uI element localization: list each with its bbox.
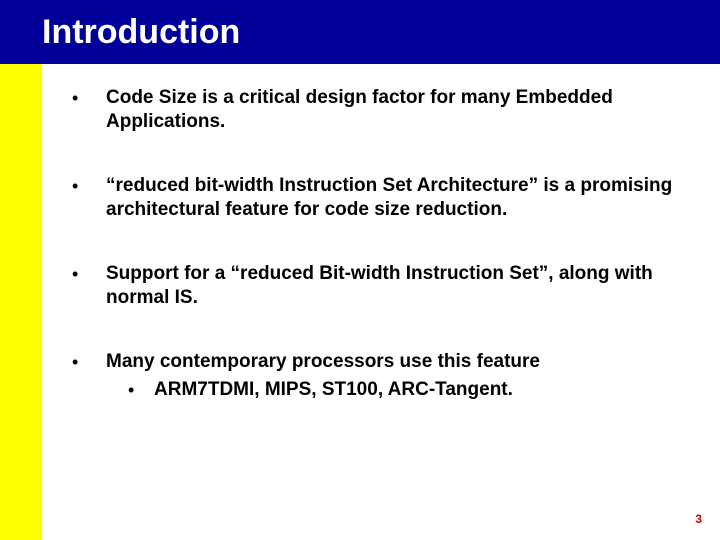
list-item: • Code Size is a critical design factor … bbox=[72, 86, 682, 134]
list-item: • Many contemporary processors use this … bbox=[72, 350, 682, 402]
sidebar-stripe bbox=[0, 64, 42, 540]
bullet-icon: • bbox=[72, 262, 106, 310]
list-item: • “reduced bit-width Instruction Set Arc… bbox=[72, 174, 682, 222]
bullet-text: “reduced bit-width Instruction Set Archi… bbox=[106, 174, 682, 222]
bullet-text: Support for a “reduced Bit-width Instruc… bbox=[106, 262, 682, 310]
bullet-icon: • bbox=[72, 174, 106, 222]
bullet-icon: • bbox=[72, 86, 106, 134]
page-number: 3 bbox=[695, 512, 702, 526]
list-item: • Support for a “reduced Bit-width Instr… bbox=[72, 262, 682, 310]
title-bar: Introduction bbox=[0, 0, 720, 64]
bullet-icon: • bbox=[72, 350, 106, 402]
page-title: Introduction bbox=[42, 13, 240, 52]
sub-list-item: • ARM7TDMI, MIPS, ST100, ARC-Tangent. bbox=[128, 378, 540, 402]
content-area: • Code Size is a critical design factor … bbox=[72, 86, 682, 402]
bullet-body: Many contemporary processors use this fe… bbox=[106, 350, 540, 402]
bullet-icon: • bbox=[128, 378, 154, 402]
bullet-text: Code Size is a critical design factor fo… bbox=[106, 86, 682, 134]
sub-bullet-text: ARM7TDMI, MIPS, ST100, ARC-Tangent. bbox=[154, 378, 513, 402]
bullet-text: Many contemporary processors use this fe… bbox=[106, 350, 540, 374]
